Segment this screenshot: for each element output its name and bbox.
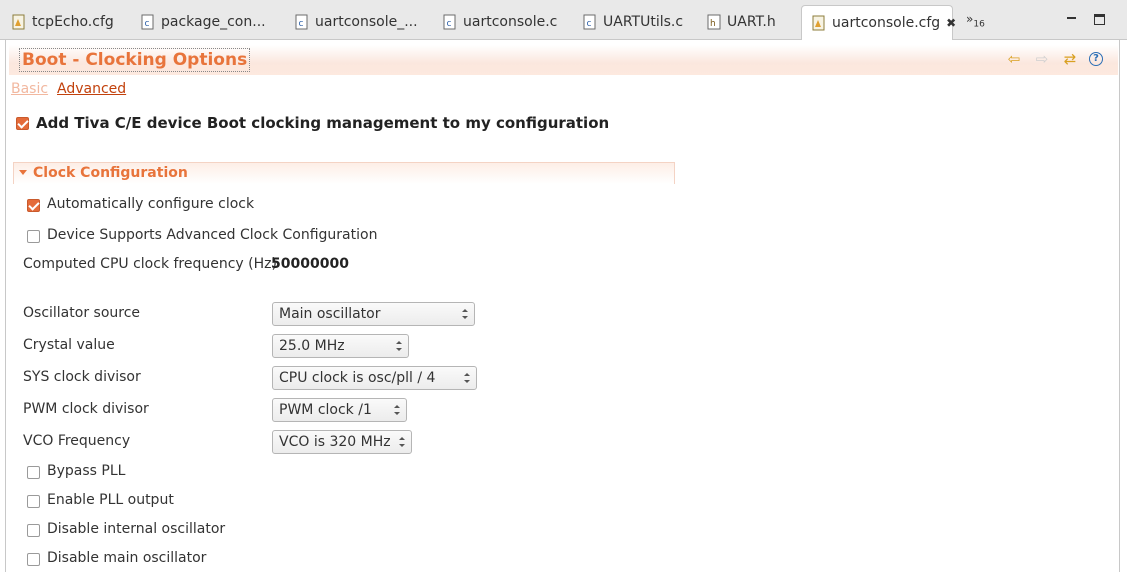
tab-overflow-button[interactable]: »16 <box>966 12 985 29</box>
page-title: Boot - Clocking Options <box>19 48 251 72</box>
c-file-icon: c <box>583 14 597 30</box>
forward-arrow-icon[interactable]: ⇨ <box>1033 51 1051 67</box>
enable-pll-output-checkbox[interactable] <box>27 495 40 508</box>
cpu-freq-label: Computed CPU clock frequency (Hz) <box>23 256 277 272</box>
tab-label: package_con... <box>161 14 266 30</box>
spinner-arrows-icon <box>462 307 468 321</box>
sys-divisor-select[interactable]: CPU clock is osc/pll / 4 <box>272 366 477 390</box>
enable-pll-output-label: Enable PLL output <box>47 492 174 508</box>
overflow-count: 16 <box>973 19 985 30</box>
oscillator-source-label: Oscillator source <box>23 305 141 321</box>
tab-label: uartconsole.cfg <box>832 15 941 31</box>
cfg-file-icon <box>12 14 26 30</box>
tab-uartutils-c[interactable]: c UARTUtils.c <box>573 6 683 38</box>
advanced-clock-label: Device Supports Advanced Clock Configura… <box>47 227 378 243</box>
tab-package-con[interactable]: c package_con... <box>131 6 266 38</box>
spinner-arrows-icon <box>396 339 402 353</box>
tab-uartconsole-c[interactable]: c uartconsole.c <box>433 6 557 38</box>
tab-uart-h[interactable]: h UART.h <box>697 6 776 38</box>
advanced-view-link[interactable]: Advanced <box>57 81 126 97</box>
advanced-clock-checkbox[interactable] <box>27 230 40 243</box>
svg-text:c: c <box>299 19 304 29</box>
section-title: Clock Configuration <box>33 165 188 181</box>
c-file-icon: c <box>443 14 457 30</box>
svg-text:c: c <box>145 19 150 29</box>
spinner-arrows-icon <box>399 435 405 449</box>
disable-main-osc-checkbox[interactable] <box>27 553 40 566</box>
basic-view-link[interactable]: Basic <box>11 81 48 97</box>
c-file-icon: c <box>141 14 155 30</box>
bypass-pll-label: Bypass PLL <box>47 463 126 479</box>
select-value: 25.0 MHz <box>279 338 345 354</box>
auto-configure-label: Automatically configure clock <box>47 196 255 212</box>
auto-configure-checkbox[interactable] <box>27 199 40 212</box>
refresh-icon[interactable]: ⇄ <box>1061 51 1079 67</box>
vco-frequency-select[interactable]: VCO is 320 MHz <box>272 430 412 454</box>
close-icon[interactable]: ✖ <box>946 16 956 30</box>
help-icon[interactable]: ? <box>1089 52 1103 66</box>
tab-label: UARTUtils.c <box>603 14 684 30</box>
bypass-pll-checkbox[interactable] <box>27 466 40 479</box>
back-arrow-icon[interactable]: ⇦ <box>1005 51 1023 67</box>
c-file-icon: c <box>295 14 309 30</box>
enable-boot-clocking-label: Add Tiva C/E device Boot clocking manage… <box>36 114 610 132</box>
oscillator-source-select[interactable]: Main oscillator <box>272 302 475 326</box>
disable-main-osc-label: Disable main oscillator <box>47 550 207 566</box>
cpu-freq-value: 50000000 <box>271 256 349 272</box>
crystal-value-select[interactable]: 25.0 MHz <box>272 334 409 358</box>
tab-uartconsole-underscore[interactable]: c uartconsole_... <box>285 6 418 38</box>
tab-tcpecho-cfg[interactable]: tcpEcho.cfg <box>2 6 114 38</box>
tab-label: tcpEcho.cfg <box>32 14 114 30</box>
crystal-value-label: Crystal value <box>23 337 115 353</box>
svg-text:c: c <box>587 19 592 29</box>
svg-text:h: h <box>710 19 716 29</box>
tab-label: UART.h <box>727 14 776 30</box>
spinner-arrows-icon <box>394 403 400 417</box>
editor-tab-bar: tcpEcho.cfg c package_con... c uartconso… <box>0 0 1127 40</box>
pwm-divisor-select[interactable]: PWM clock /1 <box>272 398 407 422</box>
svg-text:c: c <box>447 19 452 29</box>
minimize-button[interactable] <box>1066 12 1078 24</box>
select-value: VCO is 320 MHz <box>279 434 391 450</box>
tab-uartconsole-cfg[interactable]: uartconsole.cfg ✖ <box>801 5 956 40</box>
sys-divisor-label: SYS clock divisor <box>23 369 141 385</box>
select-value: CPU clock is osc/pll / 4 <box>279 370 436 386</box>
disable-internal-osc-label: Disable internal oscillator <box>47 521 226 537</box>
enable-boot-clocking-checkbox[interactable] <box>16 117 29 130</box>
h-file-icon: h <box>707 14 721 30</box>
spinner-arrows-icon <box>464 371 470 385</box>
vco-frequency-label: VCO Frequency <box>23 433 131 449</box>
disable-internal-osc-checkbox[interactable] <box>27 524 40 537</box>
cfg-file-icon <box>812 15 826 31</box>
select-value: Main oscillator <box>279 306 381 322</box>
tab-label: uartconsole.c <box>463 14 558 30</box>
select-value: PWM clock /1 <box>279 402 372 418</box>
maximize-button[interactable] <box>1094 14 1105 25</box>
tab-label: uartconsole_... <box>315 14 418 30</box>
collapse-triangle-icon[interactable] <box>19 170 27 175</box>
pwm-divisor-label: PWM clock divisor <box>23 401 149 417</box>
